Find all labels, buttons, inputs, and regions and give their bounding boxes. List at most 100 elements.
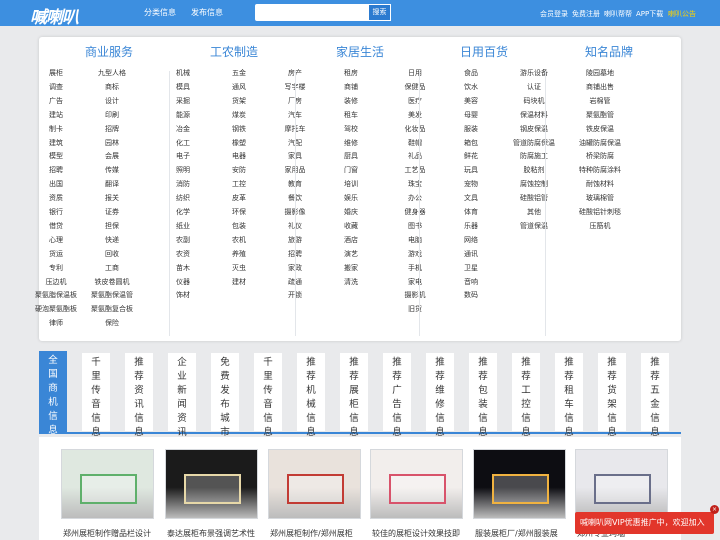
nav-classified[interactable]: 分类信息 — [144, 7, 176, 18]
category-link[interactable]: 宠物 — [464, 179, 478, 189]
tab-3[interactable]: 企业新闻资讯 — [168, 353, 196, 438]
category-link[interactable]: 服装 — [464, 124, 478, 134]
category-link[interactable]: 纸业 — [176, 221, 190, 231]
tab-2[interactable]: 推荐资讯信息 — [125, 353, 153, 438]
category-link[interactable]: 心理 — [49, 235, 63, 245]
product-image[interactable] — [165, 449, 258, 519]
category-link[interactable]: 制卡 — [49, 124, 63, 134]
product-title[interactable]: 服装展柜厂/郑州服装展 — [475, 528, 571, 539]
category-link[interactable]: 清洗 — [344, 277, 358, 287]
tab-1[interactable]: 千里传音信息 — [82, 353, 110, 438]
category-link[interactable]: 模具 — [176, 82, 190, 92]
category-link[interactable]: 摄影机 — [405, 290, 426, 300]
close-icon[interactable]: × — [710, 505, 719, 514]
category-link[interactable]: 翻译 — [105, 179, 119, 189]
category-link[interactable]: 货架 — [232, 96, 246, 106]
category-title[interactable]: 商业服务 — [85, 43, 133, 60]
category-link[interactable]: 电器 — [232, 151, 246, 161]
category-link[interactable]: 其他 — [527, 207, 541, 217]
category-link[interactable]: 货运 — [49, 249, 63, 259]
category-link[interactable]: 铁皮保温 — [586, 124, 614, 134]
category-link[interactable]: 胶粘剂 — [524, 165, 545, 175]
category-title[interactable]: 工农制造 — [210, 43, 258, 60]
login-link[interactable]: 会员登录 — [540, 9, 568, 19]
category-title[interactable]: 家居生活 — [336, 43, 384, 60]
tab-4[interactable]: 免费发布城市 — [211, 353, 239, 438]
tab-9[interactable]: 推荐维修信息 — [426, 353, 454, 438]
category-link[interactable]: 建筑 — [49, 138, 63, 148]
search-button[interactable]: 搜索 — [368, 4, 391, 21]
category-link[interactable]: 饮水 — [464, 82, 478, 92]
category-link[interactable]: 建站 — [49, 110, 63, 120]
category-link[interactable]: 煤炭 — [232, 110, 246, 120]
category-link[interactable]: 聚氨酯保温管 — [91, 290, 133, 300]
category-link[interactable]: 收藏 — [344, 221, 358, 231]
category-link[interactable]: 通风 — [232, 82, 246, 92]
category-link[interactable]: 通讯 — [464, 249, 478, 259]
tab-7[interactable]: 推荐展柜信息 — [340, 353, 368, 438]
category-link[interactable]: 母婴 — [464, 110, 478, 120]
tab-13[interactable]: 推荐货架信息 — [598, 353, 626, 438]
category-link[interactable]: 模型 — [49, 151, 63, 161]
category-link[interactable]: 建材 — [232, 277, 246, 287]
category-link[interactable]: 管道保温 — [520, 221, 548, 231]
category-link[interactable]: 工控 — [232, 179, 246, 189]
category-link[interactable]: 防腐施工 — [520, 151, 548, 161]
category-link[interactable]: 会展 — [105, 151, 119, 161]
category-link[interactable]: 玩具 — [464, 165, 478, 175]
category-link[interactable]: 农资 — [176, 249, 190, 259]
category-link[interactable]: 演艺 — [344, 249, 358, 259]
category-link[interactable]: 油罐防腐保温 — [579, 138, 621, 148]
category-link[interactable]: 农副 — [176, 235, 190, 245]
category-link[interactable]: 律师 — [49, 318, 63, 328]
tab-8[interactable]: 推荐广告信息 — [383, 353, 411, 438]
vip-promo-banner[interactable]: 喊喇叭网VIP优惠推广中，欢迎加入 — [575, 512, 714, 534]
search-input[interactable] — [255, 4, 368, 21]
category-link[interactable]: 灭虫 — [232, 263, 246, 273]
category-link[interactable]: 鲜花 — [464, 151, 478, 161]
category-link[interactable]: 橡塑 — [232, 138, 246, 148]
category-link[interactable]: 仪器 — [176, 277, 190, 287]
tab-5[interactable]: 千里传音信息 — [254, 353, 282, 438]
category-link[interactable]: 搬家 — [344, 263, 358, 273]
category-link[interactable]: 特种防腐涂料 — [579, 165, 621, 175]
category-link[interactable]: 商铺出售 — [586, 82, 614, 92]
product-title[interactable]: 泰达展柜布景强调艺术性 — [167, 528, 263, 539]
category-link[interactable]: 工商 — [105, 263, 119, 273]
category-link[interactable]: 体育 — [464, 207, 478, 217]
category-link[interactable]: 文具 — [464, 193, 478, 203]
product-title[interactable]: 郑州展柜制作赠品栏设计 — [63, 528, 159, 539]
category-link[interactable]: 快递 — [105, 235, 119, 245]
category-link[interactable]: 纺织 — [176, 193, 190, 203]
notice-link[interactable]: 喇叭公告 — [668, 9, 696, 19]
product-image[interactable] — [575, 449, 668, 519]
category-link[interactable]: 聚氨酯复合板 — [91, 304, 133, 314]
category-link[interactable]: 商铺 — [344, 82, 358, 92]
product-title[interactable]: 郑州展柜制作/郑州展柜 — [270, 528, 366, 539]
help-link[interactable]: 喇叭帮帮 — [604, 9, 632, 19]
category-link[interactable]: 耐蚀材料 — [586, 179, 614, 189]
category-link[interactable]: 码块机 — [524, 96, 545, 106]
category-link[interactable]: 厨具 — [344, 151, 358, 161]
tab-6[interactable]: 推荐机械信息 — [297, 353, 325, 438]
category-link[interactable]: 岩棉管 — [590, 96, 611, 106]
category-link[interactable]: 硬泡聚氨酯板 — [35, 304, 77, 314]
category-link[interactable]: 消防 — [176, 179, 190, 189]
category-link[interactable]: 环保 — [232, 207, 246, 217]
category-link[interactable]: 保健品 — [405, 82, 426, 92]
category-link[interactable]: 租车 — [344, 110, 358, 120]
category-link[interactable]: 皮革 — [232, 193, 246, 203]
category-link[interactable]: 硅酸铝针刺毯 — [579, 207, 621, 217]
category-link[interactable]: 管道防腐保温 — [513, 138, 555, 148]
category-link[interactable]: 九型人格 — [98, 68, 126, 78]
category-link[interactable]: 证券 — [105, 207, 119, 217]
category-link[interactable]: 化工 — [176, 138, 190, 148]
category-link[interactable]: 工艺品 — [405, 165, 426, 175]
category-link[interactable]: 照明 — [176, 165, 190, 175]
category-link[interactable]: 机械 — [176, 68, 190, 78]
category-link[interactable]: 聚氨酯管 — [586, 110, 614, 120]
category-link[interactable]: 门窗 — [344, 165, 358, 175]
category-link[interactable]: 陵园墓地 — [586, 68, 614, 78]
category-link[interactable]: 游乐设备 — [520, 68, 548, 78]
app-download-link[interactable]: APP下载 — [636, 9, 663, 19]
